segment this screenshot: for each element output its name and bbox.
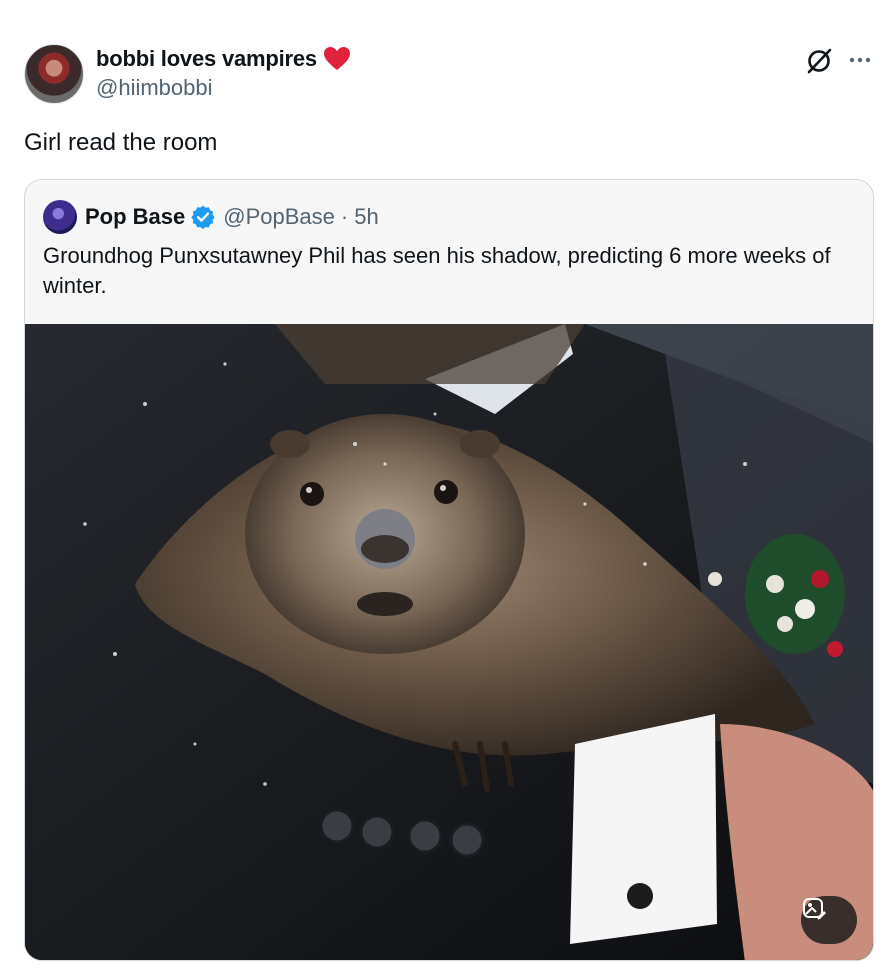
author-block: bobbi loves vampires @hiimbobbi — [96, 46, 351, 101]
separator-dot: · — [340, 204, 349, 229]
quoted-post[interactable]: Pop Base @PopBase · 5h Groundhog Punxsut… — [24, 179, 874, 961]
avatar[interactable] — [24, 44, 84, 104]
author-handle[interactable]: @hiimbobbi — [96, 75, 351, 101]
edit-image-icon — [803, 898, 826, 920]
quote-author-handle[interactable]: @PopBase — [223, 204, 335, 230]
author-name[interactable]: bobbi loves vampires — [96, 46, 317, 72]
edit-image-button[interactable] — [801, 896, 857, 944]
quote-timestamp[interactable]: 5h — [354, 204, 378, 230]
post-text: Girl read the room — [24, 129, 218, 156]
grok-icon[interactable] — [805, 47, 833, 75]
quote-header: Pop Base @PopBase · 5h — [43, 200, 379, 234]
more-icon[interactable] — [848, 50, 872, 70]
verified-badge-icon — [191, 205, 215, 230]
post: bobbi loves vampires @hiimbobbi Girl rea… — [0, 0, 890, 972]
quote-avatar[interactable] — [43, 200, 77, 234]
heart-icon — [323, 47, 350, 70]
author-name-row[interactable]: bobbi loves vampires — [96, 46, 351, 72]
groundhog-photo[interactable] — [25, 324, 873, 960]
quote-author-name[interactable]: Pop Base — [85, 204, 185, 230]
groundhog-illustration — [25, 324, 873, 960]
quote-text: Groundhog Punxsutawney Phil has seen his… — [43, 243, 831, 298]
